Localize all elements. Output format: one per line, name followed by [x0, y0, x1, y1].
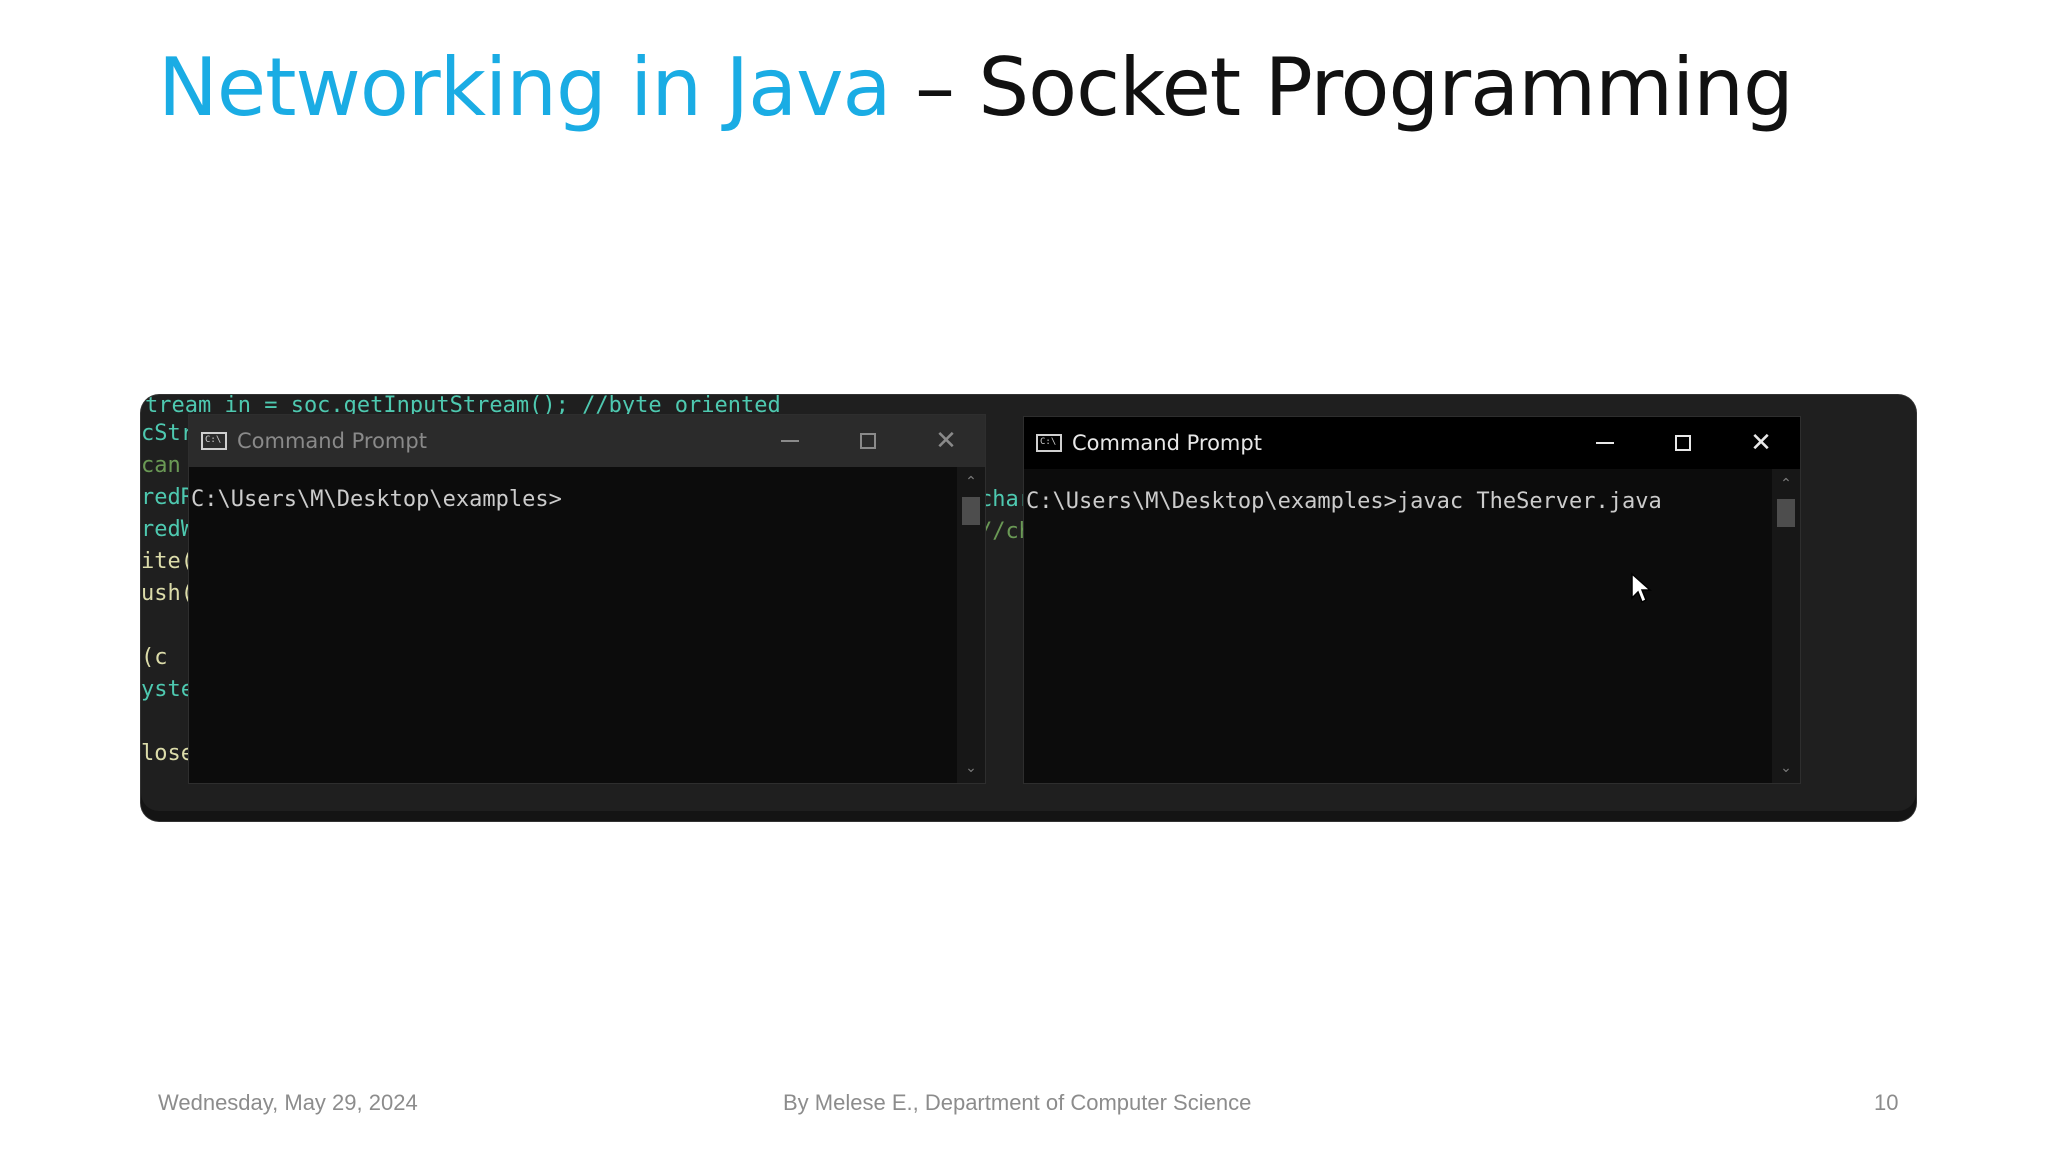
scroll-up-icon[interactable]: ⌃ — [957, 471, 985, 493]
minimize-icon — [1596, 442, 1614, 444]
console-output[interactable]: C:\Users\M\Desktop\examples> — [189, 467, 957, 783]
cmd-app-icon: C:\ — [201, 432, 227, 450]
slide-title: Networking in Java – Socket Programming — [158, 38, 1794, 138]
code-fragment: ush( — [141, 581, 194, 606]
code-fragment: can — [141, 453, 181, 478]
slide-title-rest: – Socket Programming — [890, 41, 1794, 134]
code-fragment: (c — [141, 645, 168, 670]
cmd-app-icon: C:\ — [1036, 434, 1062, 452]
minimize-button[interactable] — [751, 415, 829, 467]
screenshot-image: tream in = soc.getInputStream(); //byte … — [141, 395, 1916, 821]
maximize-icon — [1675, 435, 1691, 451]
minimize-icon — [781, 440, 799, 442]
maximize-button[interactable] — [829, 415, 907, 467]
code-fragment: cStr — [141, 421, 194, 446]
close-icon: ✕ — [935, 426, 957, 456]
code-fragment: redR — [141, 485, 194, 510]
command-prompt-window-right[interactable]: C:\ Command Prompt ✕ C:\Users\M\Desktop\… — [1023, 416, 1801, 784]
footer-author: By Melese E., Department of Computer Sci… — [783, 1090, 1252, 1115]
code-fragment: redW — [141, 517, 194, 542]
scroll-thumb[interactable] — [1777, 499, 1795, 527]
page-number: 10 — [1874, 1090, 1899, 1115]
window-title: Command Prompt — [1072, 431, 1262, 455]
code-fragment: lose — [141, 741, 194, 766]
console-output[interactable]: C:\Users\M\Desktop\examples>javac TheSer… — [1024, 469, 1772, 783]
close-button[interactable]: ✕ — [1722, 417, 1800, 469]
scroll-down-icon[interactable]: ⌄ — [1772, 757, 1800, 779]
code-fragment: yste — [141, 677, 194, 702]
maximize-icon — [860, 433, 876, 449]
scroll-down-icon[interactable]: ⌄ — [957, 757, 985, 779]
slide-title-highlight: Networking in Java — [158, 41, 892, 134]
window-title: Command Prompt — [237, 429, 427, 453]
command-prompt-window-left[interactable]: C:\ Command Prompt ✕ C:\Users\M\Desktop\… — [188, 414, 986, 784]
vertical-scrollbar[interactable]: ⌃ ⌄ — [1772, 469, 1800, 783]
close-button[interactable]: ✕ — [907, 415, 985, 467]
title-bar[interactable]: C:\ Command Prompt ✕ — [189, 415, 985, 467]
code-fragment: ite( — [141, 549, 194, 574]
scroll-thumb[interactable] — [962, 497, 980, 525]
mouse-pointer-icon — [1631, 572, 1652, 604]
close-icon: ✕ — [1750, 428, 1772, 458]
maximize-button[interactable] — [1644, 417, 1722, 469]
title-bar[interactable]: C:\ Command Prompt ✕ — [1024, 417, 1800, 469]
footer-date: Wednesday, May 29, 2024 — [158, 1090, 418, 1115]
vertical-scrollbar[interactable]: ⌃ ⌄ — [957, 467, 985, 783]
scroll-up-icon[interactable]: ⌃ — [1772, 473, 1800, 495]
minimize-button[interactable] — [1566, 417, 1644, 469]
